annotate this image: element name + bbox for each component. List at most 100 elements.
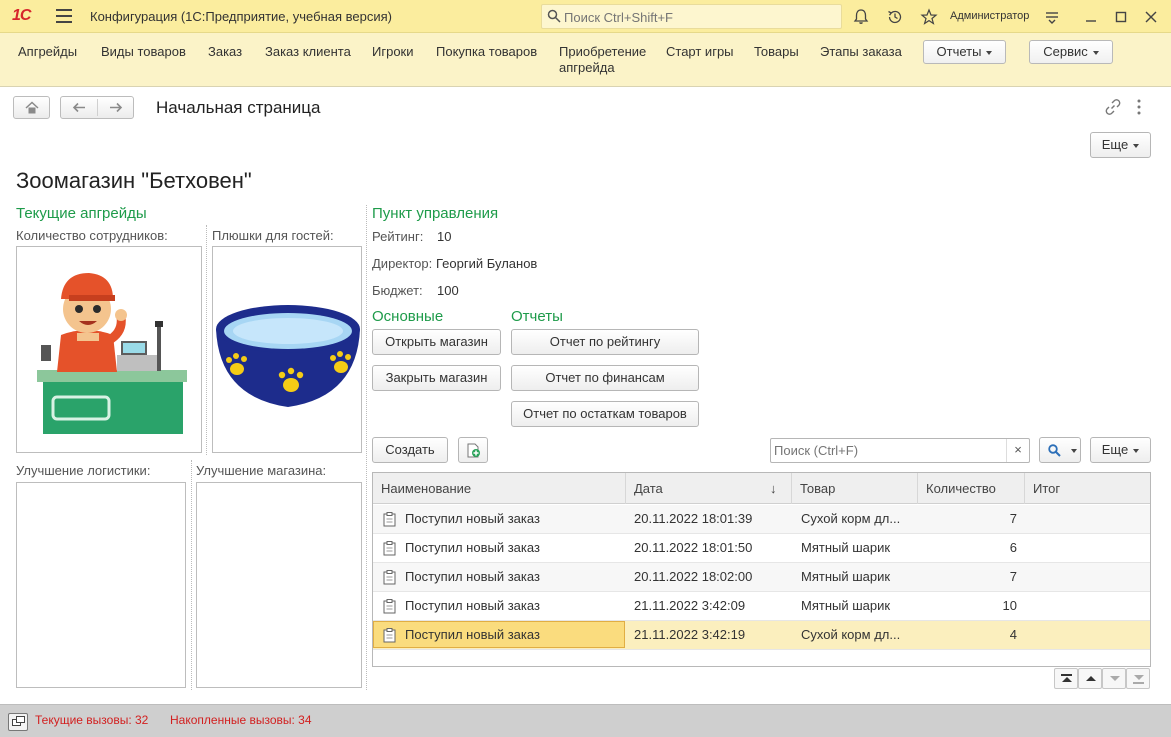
order-total: [1033, 621, 1143, 649]
table-row[interactable]: Поступил новый заказ 20.11.2022 18:01:39…: [373, 505, 1150, 534]
global-search[interactable]: [541, 4, 842, 29]
section-purchase[interactable]: Покупка товаров: [436, 44, 537, 60]
sections-panel: Апгрейды Виды товаров Заказ Заказ клиент…: [0, 33, 1171, 87]
history-icon[interactable]: [886, 8, 904, 26]
column-header-product[interactable]: Товар: [792, 473, 918, 504]
logistics-image: [16, 482, 186, 688]
app-title: Конфигурация (1С:Предприятие, учебная ве…: [90, 9, 392, 24]
add-copy-button[interactable]: [458, 437, 488, 463]
forward-arrow-icon[interactable]: [109, 102, 123, 113]
scroll-down-button[interactable]: [1102, 668, 1126, 689]
report-rating-button[interactable]: Отчет по рейтингу: [511, 329, 699, 355]
column-header-date-label: Дата: [634, 481, 663, 496]
reports-menu-button[interactable]: Отчеты: [923, 40, 1006, 64]
panel-divider: [366, 205, 367, 690]
list-more-label: Еще: [1101, 442, 1129, 457]
table-row[interactable]: Поступил новый заказ 20.11.2022 18:01:50…: [373, 534, 1150, 563]
section-upgrades[interactable]: Апгрейды: [18, 44, 77, 60]
column-header-date[interactable]: Дата ↓: [626, 473, 792, 504]
open-shop-button[interactable]: Открыть магазин: [372, 329, 501, 355]
report-stock-button[interactable]: Отчет по остаткам товаров: [511, 401, 699, 427]
table-row[interactable]: Поступил новый заказ 20.11.2022 18:02:00…: [373, 563, 1150, 592]
director-value: Георгий Буланов: [436, 256, 538, 271]
report-finance-button[interactable]: Отчет по финансам: [511, 365, 699, 391]
settings-menu-icon[interactable]: [1043, 8, 1061, 26]
bottom-bar-icon: [1133, 682, 1144, 684]
document-icon: [383, 599, 396, 614]
1c-logo[interactable]: 1С: [12, 7, 31, 25]
top-bar-icon: [1061, 674, 1072, 676]
document-icon: [383, 570, 396, 585]
service-menu-label: Сервис: [1043, 44, 1088, 59]
pet-bowl-illustration: [216, 305, 360, 407]
order-quantity: 7: [1009, 511, 1017, 526]
cashier-boy-illustration: [37, 273, 187, 434]
column-header-name[interactable]: Наименование: [373, 473, 626, 504]
main-menu-icon[interactable]: [56, 9, 72, 23]
orders-table[interactable]: Наименование Дата ↓ Товар Количество Ито…: [372, 472, 1151, 667]
maximize-icon[interactable]: [1112, 8, 1130, 26]
column-divider: [191, 460, 192, 690]
shop-upgrade-image: [196, 482, 362, 688]
global-search-input[interactable]: [564, 8, 834, 26]
minimize-icon[interactable]: [1082, 8, 1100, 26]
list-search[interactable]: ×: [770, 438, 1030, 463]
budget-label: Бюджет:: [372, 283, 423, 298]
order-name: Поступил новый заказ: [405, 569, 540, 584]
close-icon[interactable]: [1142, 8, 1160, 26]
column-divider: [206, 225, 207, 455]
chevron-down-icon: [1071, 449, 1077, 453]
back-arrow-icon[interactable]: [72, 102, 86, 113]
section-upgrade-acquisition[interactable]: Приобретение апгрейда: [559, 44, 646, 76]
section-players[interactable]: Игроки: [372, 44, 414, 60]
order-product: Мятный шарик: [801, 569, 891, 584]
reports-title: Отчеты: [511, 308, 563, 325]
employees-label: Количество сотрудников:: [16, 228, 168, 243]
control-title: Пункт управления: [372, 205, 499, 222]
order-name: Поступил новый заказ: [405, 627, 540, 642]
page-more-button[interactable]: Еще: [1090, 132, 1151, 158]
user-name[interactable]: Администратор: [950, 10, 1029, 22]
scroll-up-button[interactable]: [1078, 668, 1102, 689]
home-icon: [25, 101, 39, 114]
director-label: Директор:: [372, 256, 433, 271]
windows-icon[interactable]: [8, 713, 28, 731]
table-header: Наименование Дата ↓ Товар Количество Ито…: [373, 473, 1150, 504]
order-quantity: 7: [1009, 569, 1017, 584]
service-menu-button[interactable]: Сервис: [1029, 40, 1113, 64]
snacks-image: [212, 246, 362, 453]
order-date: 20.11.2022 18:01:39: [634, 511, 753, 526]
chevron-down-icon: [1133, 448, 1140, 453]
table-row[interactable]: Поступил новый заказ 21.11.2022 3:42:09 …: [373, 592, 1150, 621]
section-product-types[interactable]: Виды товаров: [101, 44, 186, 60]
star-icon[interactable]: [920, 8, 938, 26]
scroll-to-top-button[interactable]: [1054, 668, 1078, 689]
column-header-total[interactable]: Итог: [1025, 473, 1150, 504]
budget-value: 100: [437, 283, 459, 298]
order-quantity: 10: [1002, 598, 1017, 613]
create-button[interactable]: Создать: [372, 437, 448, 463]
link-icon[interactable]: [1104, 98, 1122, 116]
order-date: 21.11.2022 3:42:19: [634, 627, 746, 642]
bell-icon[interactable]: [852, 8, 870, 26]
section-order[interactable]: Заказ: [208, 44, 242, 60]
section-order-stages[interactable]: Этапы заказа: [820, 44, 902, 60]
section-products[interactable]: Товары: [754, 44, 799, 60]
home-button[interactable]: [13, 96, 50, 119]
more-vertical-icon[interactable]: [1134, 98, 1144, 116]
section-game-start[interactable]: Старт игры: [666, 44, 734, 60]
search-icon: [1048, 444, 1061, 457]
list-more-button[interactable]: Еще: [1090, 437, 1151, 463]
column-header-quantity[interactable]: Количество: [918, 473, 1025, 504]
table-row-selected[interactable]: Поступил новый заказ 21.11.2022 3:42:19 …: [373, 621, 1150, 650]
search-options-button[interactable]: [1039, 437, 1081, 463]
close-shop-button[interactable]: Закрыть магазин: [372, 365, 501, 391]
scroll-to-bottom-button[interactable]: [1126, 668, 1150, 689]
page-title: Начальная страница: [156, 98, 321, 117]
section-client-order[interactable]: Заказ клиента: [265, 44, 351, 60]
document-icon: [383, 628, 396, 643]
shop-upgrade-label: Улучшение магазина:: [196, 463, 327, 478]
clear-search-button[interactable]: ×: [1006, 439, 1029, 462]
shop-title: Зоомагазин "Бетховен": [16, 168, 252, 193]
list-search-input[interactable]: [774, 442, 1004, 459]
